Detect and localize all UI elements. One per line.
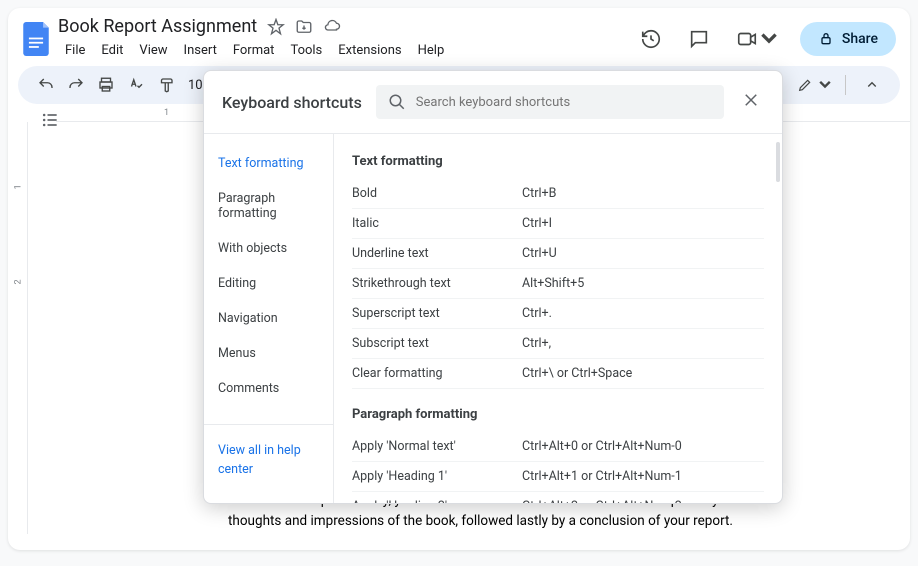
history-icon[interactable] [634, 22, 668, 56]
collapse-toolbar-button[interactable] [858, 72, 886, 98]
menu-file[interactable]: File [58, 39, 92, 62]
nav-navigation[interactable]: Navigation [204, 301, 333, 336]
dialog-header: Keyboard shortcuts [204, 71, 782, 133]
header-actions: Share [634, 22, 896, 56]
shortcut-row: Apply 'Heading 1'Ctrl+Alt+1 or Ctrl+Alt+… [352, 462, 764, 492]
shortcut-row: ItalicCtrl+I [352, 209, 764, 239]
share-button[interactable]: Share [800, 22, 896, 56]
menu-edit[interactable]: Edit [94, 39, 130, 62]
search-input[interactable] [416, 95, 712, 110]
section-title: Text formatting [352, 148, 764, 179]
comment-icon[interactable] [682, 22, 716, 56]
doc-title[interactable]: Book Report Assignment [58, 16, 257, 37]
section-title: Paragraph formatting [352, 401, 764, 432]
nav-paragraph-formatting[interactable]: Paragraph formatting [204, 181, 333, 231]
nav-footer: View all in help center [204, 424, 333, 491]
nav-menus[interactable]: Menus [204, 336, 333, 371]
move-folder-icon[interactable] [295, 18, 313, 36]
menu-help[interactable]: Help [411, 39, 452, 62]
menu-insert[interactable]: Insert [177, 39, 224, 62]
shortcut-row: Clear formattingCtrl+\ or Ctrl+Space [352, 359, 764, 389]
undo-button[interactable] [32, 72, 60, 98]
menu-format[interactable]: Format [226, 39, 282, 62]
dialog-title: Keyboard shortcuts [222, 93, 362, 112]
app-header: Book Report Assignment File Edit View In… [8, 8, 910, 62]
shortcut-row: Superscript textCtrl+. [352, 299, 764, 329]
spellcheck-button[interactable] [122, 72, 150, 98]
shortcut-row: Underline textCtrl+U [352, 239, 764, 269]
cloud-status-icon[interactable] [323, 18, 341, 36]
edit-mode-select[interactable] [797, 77, 833, 93]
menu-tools[interactable]: Tools [283, 39, 329, 62]
shortcut-row: Strikethrough textAlt+Shift+5 [352, 269, 764, 299]
nav-comments[interactable]: Comments [204, 371, 333, 406]
menu-view[interactable]: View [132, 39, 174, 62]
shortcut-row: BoldCtrl+B [352, 179, 764, 209]
close-button[interactable] [738, 87, 764, 117]
paint-format-button[interactable] [152, 72, 180, 98]
menu-bar: File Edit View Insert Format Tools Exten… [58, 39, 626, 62]
separator [845, 75, 846, 95]
search-icon [388, 93, 406, 111]
print-button[interactable] [92, 72, 120, 98]
nav-with-objects[interactable]: With objects [204, 231, 333, 266]
dialog-nav: Text formatting Paragraph formatting Wit… [204, 134, 334, 503]
shortcut-row: Apply 'Normal text'Ctrl+Alt+0 or Ctrl+Al… [352, 432, 764, 462]
search-box[interactable] [376, 85, 724, 119]
dialog-content[interactable]: Text formatting BoldCtrl+B ItalicCtrl+I … [334, 134, 782, 503]
share-label: Share [842, 31, 878, 47]
star-icon[interactable] [267, 18, 285, 36]
keyboard-shortcuts-dialog: Keyboard shortcuts Text formatting Parag… [203, 70, 783, 504]
shortcut-row: Subscript textCtrl+, [352, 329, 764, 359]
nav-text-formatting[interactable]: Text formatting [204, 146, 333, 181]
nav-editing[interactable]: Editing [204, 266, 333, 301]
title-area: Book Report Assignment File Edit View In… [58, 16, 626, 62]
menu-extensions[interactable]: Extensions [331, 39, 408, 62]
shortcut-row: Apply 'Heading 2'Ctrl+Alt+2 or Ctrl+Alt+… [352, 492, 764, 503]
vertical-ruler[interactable]: 1 2 [14, 122, 28, 534]
help-center-link[interactable]: View all in help center [218, 443, 301, 477]
scrollbar[interactable] [776, 142, 780, 182]
docs-logo[interactable] [22, 21, 50, 57]
redo-button[interactable] [62, 72, 90, 98]
meet-icon[interactable] [730, 22, 786, 56]
dialog-body: Text formatting Paragraph formatting Wit… [204, 133, 782, 503]
